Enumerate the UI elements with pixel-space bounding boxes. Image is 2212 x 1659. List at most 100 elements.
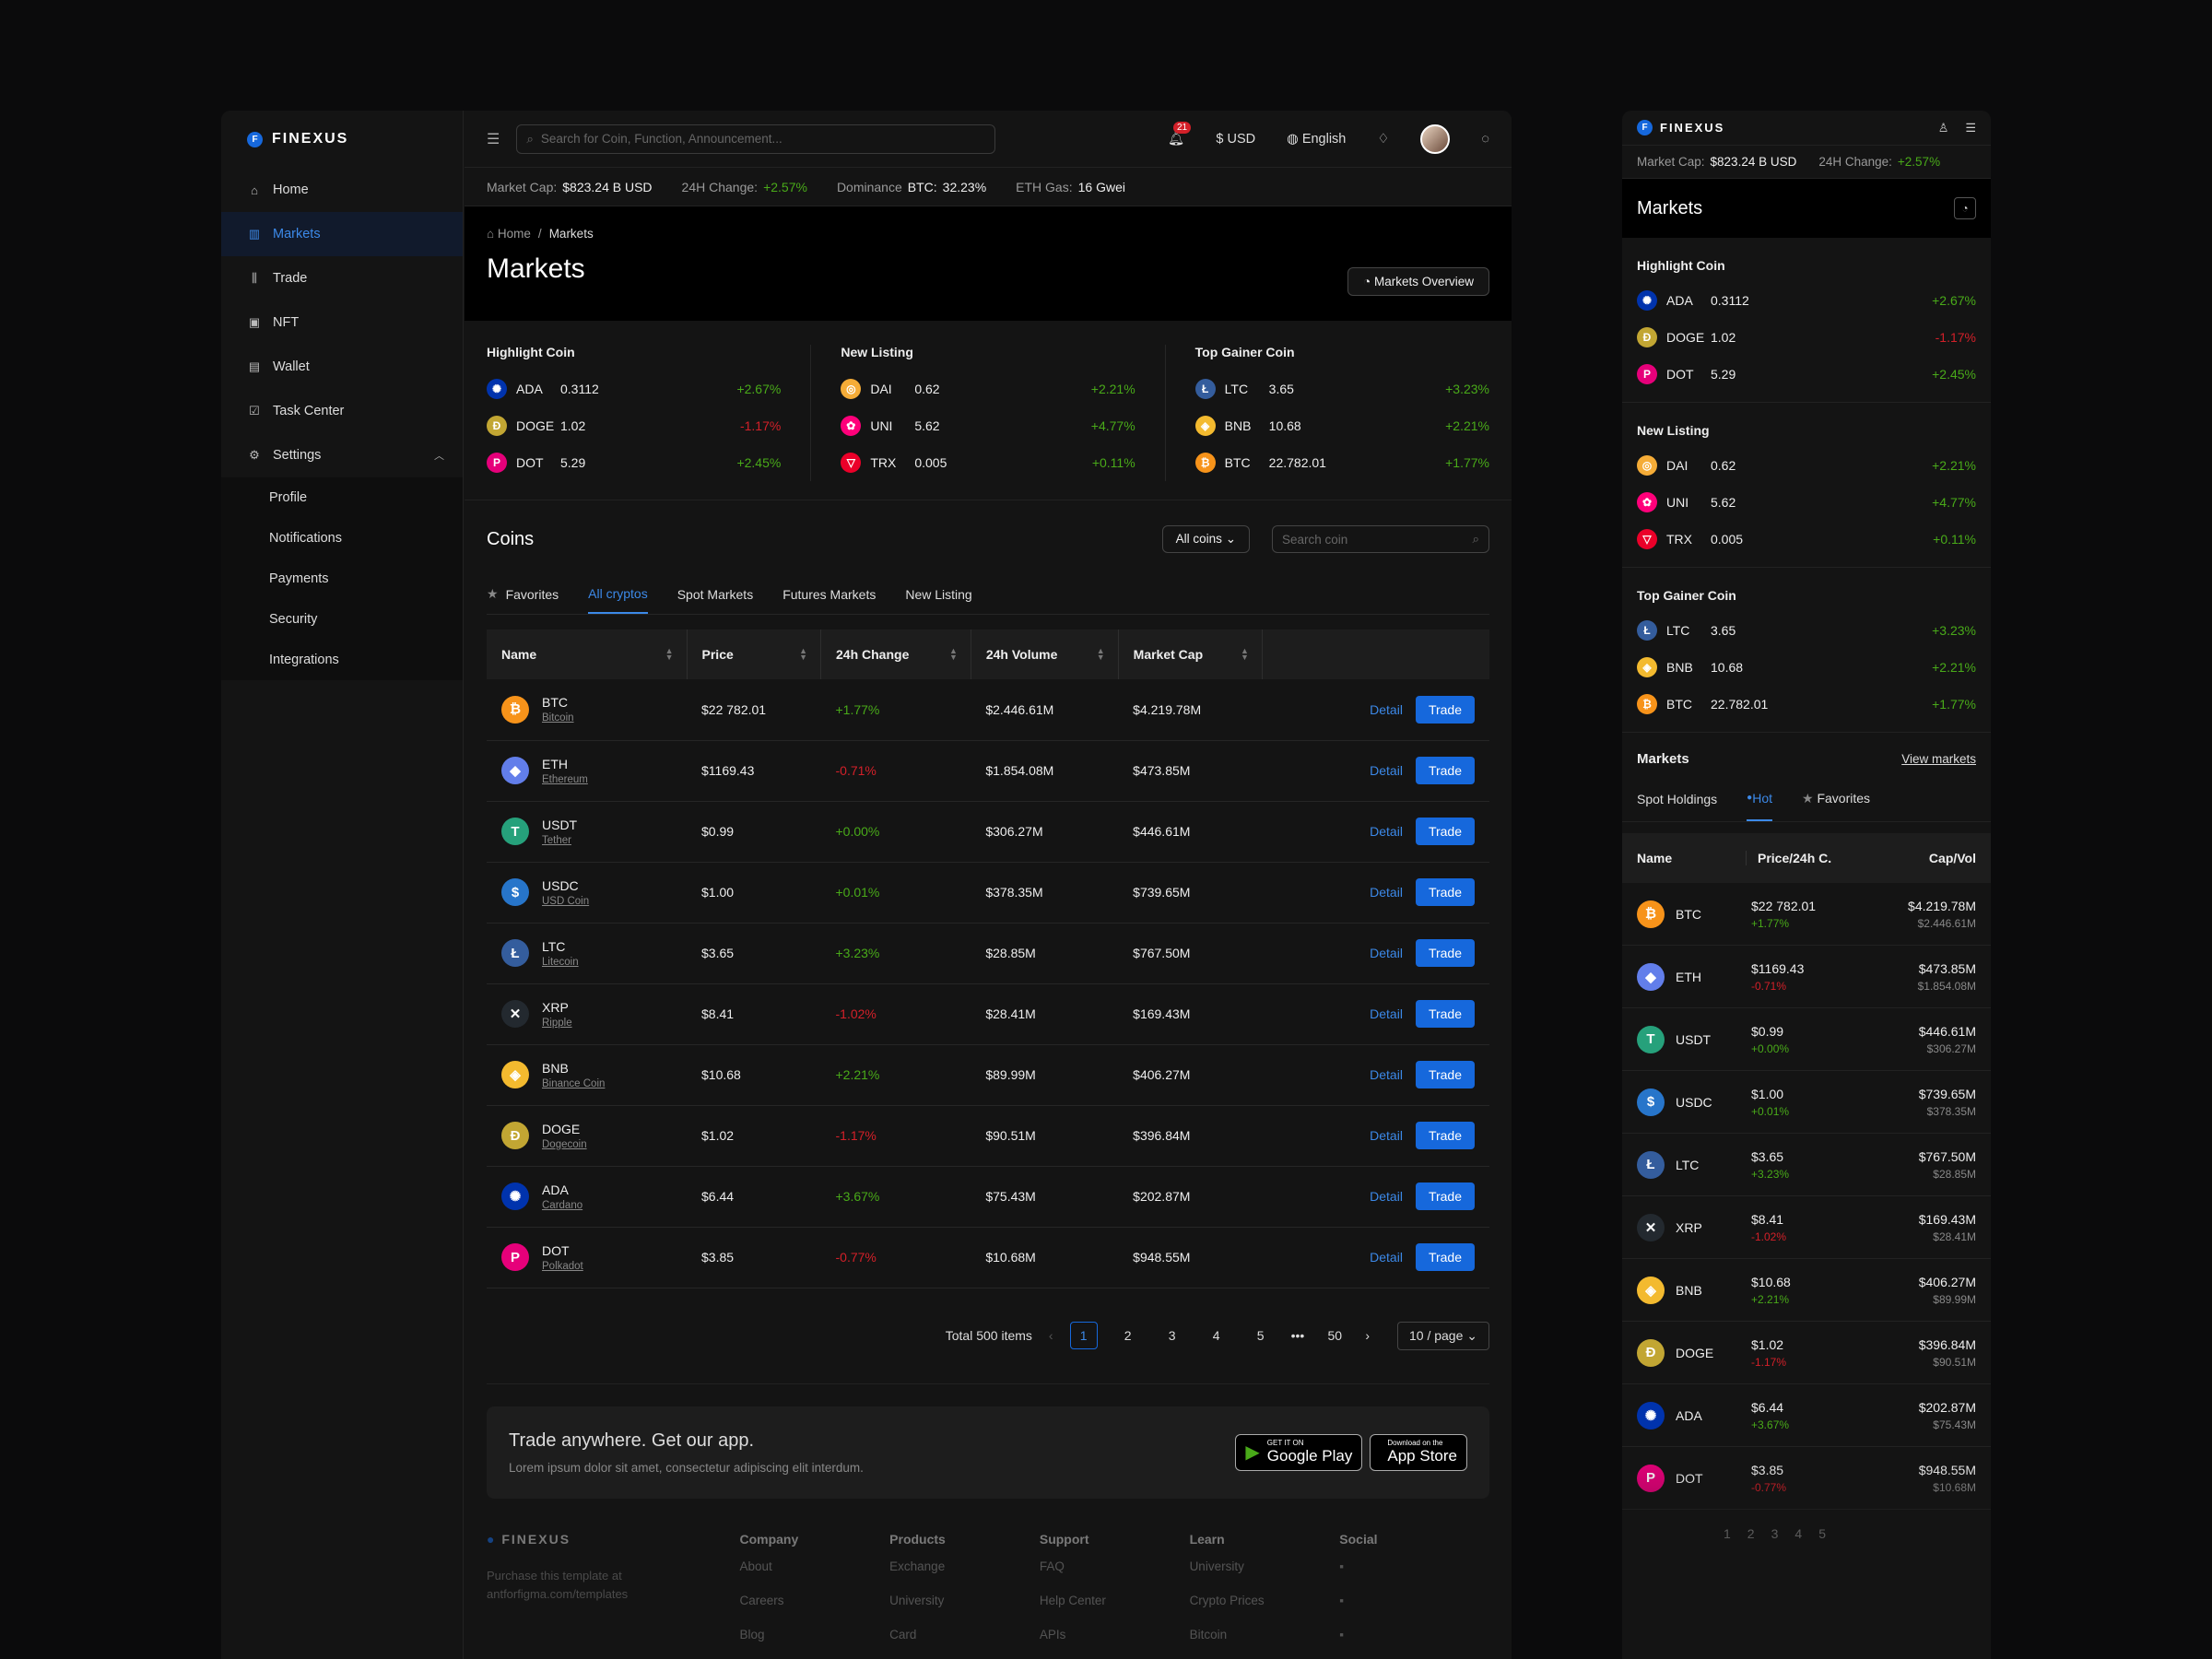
table-row[interactable]: ✕ XRP Ripple $8.41 -1.02% $28.41M $169.43M Deta… [487, 983, 1489, 1045]
footer-link[interactable]: About [739, 1559, 889, 1573]
twitter-icon[interactable]: ▪ [1339, 1559, 1489, 1573]
mobile-table-row[interactable]: ✺ ADA $6.44 +3.67% $202.87M $75.43M [1622, 1384, 1991, 1447]
lightbulb-icon[interactable]: ♢ [1377, 132, 1389, 147]
tab-futures-markets[interactable]: Futures Markets [782, 574, 876, 614]
column-header-24h-volume[interactable]: 24h Volume ▲ ▼ [970, 629, 1119, 679]
table-row[interactable]: ✺ ADA Cardano $6.44 +3.67% $75.43M $202.87M Det… [487, 1166, 1489, 1228]
tab-all-cryptos[interactable]: All cryptos [588, 574, 648, 614]
mobile-table-row[interactable]: ✕ XRP $8.41 -1.02% $169.43M $28.41M [1622, 1196, 1991, 1259]
coin-fullname-link[interactable]: Dogecoin [542, 1139, 587, 1150]
sidebar-subitem-payments[interactable]: Payments [221, 559, 463, 599]
all-coins-dropdown[interactable]: All coins ⌄ [1161, 525, 1250, 553]
coin-fullname-link[interactable]: Bitcoin [542, 712, 574, 724]
table-row[interactable]: ◈ BNB Binance Coin $10.68 +2.21% $89.99M $406.… [487, 1044, 1489, 1106]
mobile-tab-spot-holdings[interactable]: Spot Holdings [1637, 792, 1717, 806]
sidebar-subitem-profile[interactable]: Profile [221, 477, 463, 518]
table-row[interactable]: T USDT Tether $0.99 +0.00% $306.27M $446.61M De… [487, 801, 1489, 863]
mobile-column-header[interactable]: Name [1622, 851, 1746, 865]
currency-selector[interactable]: $ USD [1216, 132, 1255, 147]
trade-button[interactable]: Trade [1415, 1122, 1475, 1149]
footer-link[interactable]: Exchange [889, 1559, 1040, 1573]
highlight-row[interactable]: Ð DOGE 1.02 -1.17% [1637, 319, 1976, 356]
highlight-row[interactable]: Ł LTC 3.65 +3.23% [1637, 612, 1976, 649]
highlight-row[interactable]: ✺ ADA 0.3112 +2.67% [487, 371, 781, 407]
pagination-ellipsis[interactable]: ••• [1291, 1328, 1305, 1343]
footer-link[interactable]: Help Center [1040, 1594, 1190, 1607]
facebook-icon[interactable]: ▪ [1339, 1594, 1489, 1607]
highlight-row[interactable]: Ð DOGE 1.02 -1.17% [487, 407, 781, 444]
mobile-table-row[interactable]: ◈ BNB $10.68 +2.21% $406.27M $89.99M [1622, 1259, 1991, 1322]
trade-button[interactable]: Trade [1415, 1182, 1475, 1210]
sidebar-subitem-integrations[interactable]: Integrations [221, 640, 463, 680]
coin-fullname-link[interactable]: Cardano [542, 1200, 582, 1211]
column-header-market-cap[interactable]: Market Cap ▲ ▼ [1117, 629, 1263, 679]
coin-fullname-link[interactable]: Tether [542, 835, 577, 846]
trade-button[interactable]: Trade [1415, 818, 1475, 845]
detail-link[interactable]: Detail [1370, 1189, 1403, 1204]
sidebar-item-wallet[interactable]: ▤ Wallet [221, 345, 463, 389]
sidebar-item-markets[interactable]: ▥ Markets [221, 212, 463, 256]
page-50-button[interactable]: 50 [1321, 1322, 1348, 1349]
table-row[interactable]: Ł LTC Litecoin $3.65 +3.23% $28.85M $767.50M De… [487, 923, 1489, 984]
trade-button[interactable]: Trade [1415, 878, 1475, 906]
mobile-column-header[interactable]: Price/24h C. [1746, 851, 1875, 865]
view-markets-link[interactable]: View markets [1901, 752, 1976, 766]
footer-link[interactable]: Blog [739, 1628, 889, 1641]
trade-button[interactable]: Trade [1415, 1000, 1475, 1028]
tab-spot-markets[interactable]: Spot Markets [677, 574, 753, 614]
coin-search-input[interactable]: Search coin ⌕ [1272, 525, 1489, 553]
coin-fullname-link[interactable]: Binance Coin [542, 1078, 605, 1089]
highlight-row[interactable]: ◎ DAI 0.62 +2.21% [1637, 447, 1976, 484]
highlight-row[interactable]: ✺ ADA 0.3112 +2.67% [1637, 282, 1976, 319]
footer-link[interactable]: FAQ [1040, 1559, 1190, 1573]
footer-link[interactable]: APIs [1040, 1628, 1190, 1641]
google-play-button[interactable]: ▶ GET IT ON Google Play [1235, 1433, 1363, 1471]
sidebar-item-task-center[interactable]: ☑ Task Center [221, 389, 463, 433]
table-row[interactable]: ₿ BTC Bitcoin $22 782.01 +1.77% $2.446.61M $4.… [487, 679, 1489, 741]
highlight-row[interactable]: ◈ BNB 10.68 +2.21% [1637, 649, 1976, 686]
footer-link[interactable]: Crypto Prices [1190, 1594, 1340, 1607]
mobile-tab-hot[interactable]: ● Hot [1747, 776, 1773, 821]
detail-link[interactable]: Detail [1370, 824, 1403, 839]
sidebar-subitem-notifications[interactable]: Notifications [221, 518, 463, 559]
user-icon[interactable]: ♙ [1938, 121, 1949, 135]
page-2-button[interactable]: 2 [1114, 1322, 1142, 1349]
mobile-table-row[interactable]: Ð DOGE $1.02 -1.17% $396.84M $90.51M [1622, 1322, 1991, 1384]
coin-fullname-link[interactable]: Ethereum [542, 774, 588, 785]
trade-button[interactable]: Trade [1415, 939, 1475, 967]
footer-link[interactable]: Careers [739, 1594, 889, 1607]
highlight-row[interactable]: ✿ UNI 5.62 +4.77% [841, 407, 1135, 444]
detail-link[interactable]: Detail [1370, 1128, 1403, 1143]
global-search-input[interactable]: ⌕ Search for Coin, Function, Announcement… [516, 124, 996, 154]
tab-new-listing[interactable]: New Listing [905, 574, 971, 614]
highlight-row[interactable]: Ł LTC 3.65 +3.23% [1194, 371, 1489, 407]
detail-link[interactable]: Detail [1370, 1006, 1403, 1021]
tab-favorites[interactable]: ★ Favorites [487, 574, 559, 614]
mobile-tab-favorites[interactable]: ★ Favorites [1802, 791, 1870, 806]
detail-link[interactable]: Detail [1370, 1067, 1403, 1082]
highlight-row[interactable]: ▽ TRX 0.005 +0.11% [841, 444, 1135, 481]
detail-link[interactable]: Detail [1370, 1250, 1403, 1265]
coin-fullname-link[interactable]: USD Coin [542, 896, 589, 907]
logo[interactable]: F FINEXUS [221, 111, 463, 168]
sidebar-item-trade[interactable]: ⫼ Trade [221, 256, 463, 300]
coin-fullname-link[interactable]: Polkadot [542, 1261, 583, 1272]
page-5-button[interactable]: 5 [1247, 1322, 1275, 1349]
coin-fullname-link[interactable]: Litecoin [542, 957, 579, 968]
app-store-button[interactable]: Download on the App Store [1370, 1433, 1467, 1471]
sidebar-item-settings[interactable]: ⚙ Settings ︿ [221, 433, 463, 477]
mobile-table-row[interactable]: ◆ ETH $1169.43 -0.71% $473.85M $1.854.08M [1622, 946, 1991, 1008]
mobile-logo[interactable]: F FINEXUS [1637, 120, 1724, 135]
trade-button[interactable]: Trade [1415, 757, 1475, 784]
page-4-button[interactable]: 4 [1203, 1322, 1230, 1349]
sidebar-item-nft[interactable]: ▣ NFT [221, 300, 463, 345]
markets-overview-button[interactable]: ◔ Markets Overview [1347, 267, 1489, 296]
highlight-row[interactable]: ▽ TRX 0.005 +0.11% [1637, 521, 1976, 558]
avatar[interactable] [1420, 124, 1451, 154]
breadcrumb-home[interactable]: ⌂ Home [487, 227, 531, 241]
youtube-icon[interactable]: ▪ [1339, 1628, 1489, 1641]
table-row[interactable]: Ð DOGE Dogecoin $1.02 -1.17% $90.51M $396.84M D… [487, 1105, 1489, 1167]
language-selector[interactable]: ◍ English [1287, 132, 1346, 147]
highlight-row[interactable]: ₿ BTC 22.782.01 +1.77% [1637, 686, 1976, 723]
footer-link[interactable]: Card [889, 1628, 1040, 1641]
